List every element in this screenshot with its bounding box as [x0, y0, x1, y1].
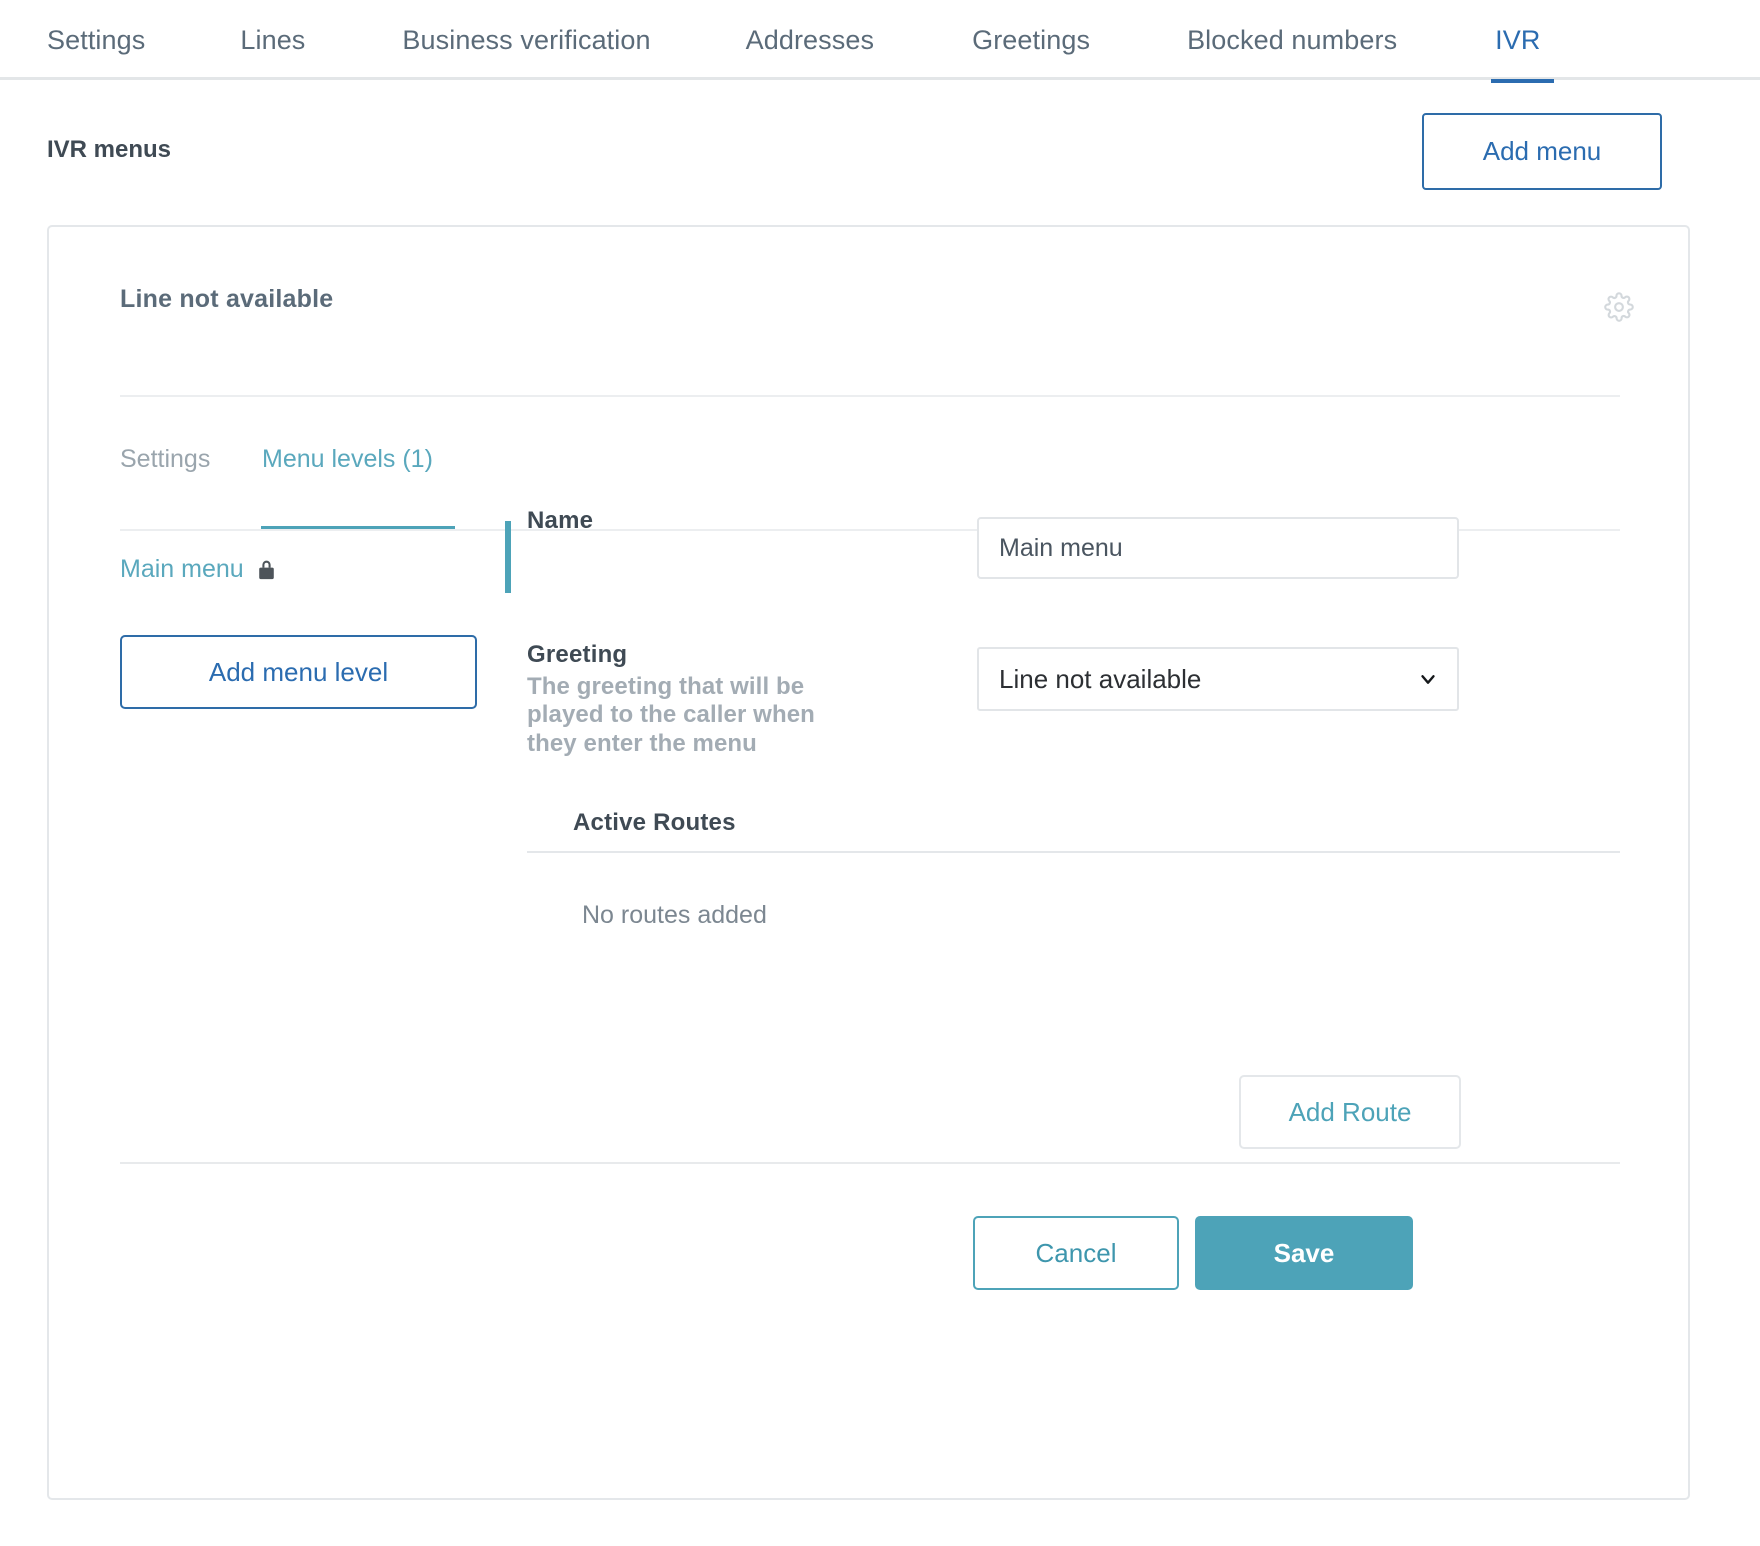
greeting-field-row: Greeting The greeting that will be playe… — [527, 641, 1617, 821]
active-routes-title: Active Routes — [573, 809, 736, 836]
page-header: IVR menus Add menu — [0, 80, 1760, 225]
chevron-down-icon — [1417, 668, 1439, 695]
active-routes-empty-text: No routes added — [582, 901, 767, 929]
main-tab-blocked-numbers[interactable]: Blocked numbers — [1187, 0, 1397, 80]
main-tab-lines[interactable]: Lines — [240, 0, 305, 80]
greeting-select-wrapper: Line not available — [977, 647, 1459, 711]
menu-level-form: Name Greeting The greeting that will be … — [527, 507, 1617, 821]
card-title: Line not available — [120, 285, 334, 313]
main-tab-addresses[interactable]: Addresses — [746, 0, 874, 80]
menu-level-item-main-menu[interactable]: Main menu — [120, 547, 500, 587]
add-route-button[interactable]: Add Route — [1239, 1075, 1461, 1149]
greeting-help-text: The greeting that will be played to the … — [527, 673, 815, 757]
add-menu-level-button[interactable]: Add menu level — [120, 635, 477, 709]
name-field-row: Name — [527, 507, 1617, 637]
main-tab-business-verification[interactable]: Business verification — [402, 0, 650, 80]
gear-icon[interactable] — [1597, 285, 1641, 329]
page-title: IVR menus — [47, 136, 172, 163]
add-menu-button[interactable]: Add menu — [1422, 113, 1662, 190]
menu-level-label: Main menu — [120, 554, 244, 583]
name-input[interactable] — [977, 517, 1459, 579]
greeting-select[interactable]: Line not available — [977, 647, 1459, 711]
main-tab-settings[interactable]: Settings — [47, 0, 145, 80]
menu-levels-panel: Main menu Add menu level — [120, 547, 500, 709]
footer-divider — [120, 1162, 1620, 1164]
active-routes-section: Active Routes No routes added Add Route — [527, 809, 1620, 1149]
cancel-button[interactable]: Cancel — [973, 1216, 1179, 1290]
active-routes-divider — [527, 851, 1620, 853]
lock-icon — [258, 559, 275, 580]
save-button[interactable]: Save — [1195, 1216, 1413, 1290]
main-tab-list: Settings Lines Business verification Addres… — [0, 0, 1760, 83]
card-tab-settings[interactable]: Settings — [120, 445, 210, 531]
selected-level-accent-bar — [505, 521, 511, 593]
card-tab-menu-levels[interactable]: Menu levels (1) — [261, 445, 455, 531]
greeting-selected-value: Line not available — [999, 663, 1202, 694]
main-tab-bar: Settings Lines Business verification Addres… — [0, 0, 1760, 83]
main-tab-ivr[interactable]: IVR — [1491, 0, 1555, 83]
ivr-menu-card: Line not available Settings Menu levels … — [47, 225, 1690, 1500]
main-tab-greetings[interactable]: Greetings — [972, 0, 1090, 80]
